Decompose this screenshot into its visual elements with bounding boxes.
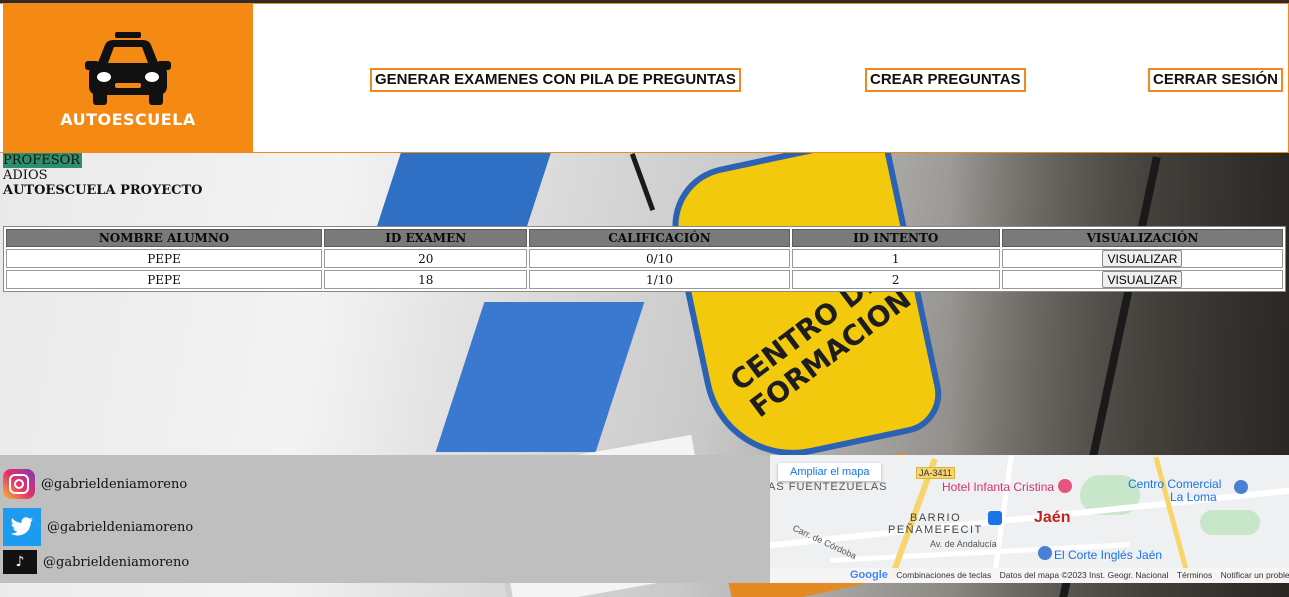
tiktok-icon: ♪ <box>3 550 37 574</box>
map-label-cc: Centro Comercial <box>1128 477 1222 491</box>
cell-intento: 1 <box>791 249 1000 268</box>
map-label-corte: El Corte Inglés Jaén <box>1054 548 1163 562</box>
google-logo: Google <box>850 569 888 581</box>
map-attribution: Google Combinaciones de teclas Datos del… <box>770 568 1289 583</box>
map-label-penamefecit: PEÑAMEFECIT <box>888 524 983 536</box>
footer: @gabrieldeniamoreno @gabrieldeniamoreno … <box>0 455 770 583</box>
map-report-link[interactable]: Notificar un problema de Maps <box>1221 570 1289 580</box>
bus-stop-icon <box>988 511 1002 525</box>
logo-text: AUTOESCUELA <box>60 110 196 129</box>
store-pin-icon <box>1038 546 1052 560</box>
embedded-map[interactable]: Ampliar el mapa JA-3411 AS FUENTEZUELAS … <box>770 455 1289 583</box>
map-label-avenida: Av. de Andalucía <box>930 539 997 549</box>
map-label: AS FUENTEZUELAS <box>770 481 888 493</box>
map-label-hotel: Hotel Infanta Cristina <box>942 480 1055 494</box>
generar-examenes-button[interactable]: GENERAR EXAMENES CON PILA DE PREGUNTAS <box>370 68 741 92</box>
ampliar-mapa-link[interactable]: Ampliar el mapa <box>778 463 882 481</box>
cell-examen: 18 <box>324 270 528 289</box>
cell-alumno: PEPE <box>6 249 323 268</box>
map-terms-link[interactable]: Términos <box>1177 570 1212 580</box>
twitter-handle: @gabrieldeniamoreno <box>47 519 194 535</box>
map-label-jaen: Jaén <box>1034 509 1071 526</box>
instagram-link[interactable]: @gabrieldeniamoreno <box>3 469 187 499</box>
map-data-text: Datos del mapa ©2023 Inst. Geogr. Nacion… <box>999 570 1169 580</box>
cell-visualizacion: VISUALIZAR <box>1001 270 1283 289</box>
user-name: ADIOS <box>3 168 48 183</box>
cerrar-sesion-button[interactable]: CERRAR SESIÓN <box>1148 68 1284 92</box>
road-badge: JA-3411 <box>916 467 955 479</box>
results-table: NOMBRE ALUMNO ID EXAMEN CALIFICACIÓN ID … <box>3 226 1286 292</box>
column-header: CALIFICACIÓN <box>529 229 790 247</box>
tiktok-handle: @gabrieldeniamoreno <box>43 554 190 570</box>
cell-examen: 20 <box>324 249 528 268</box>
column-header: NOMBRE ALUMNO <box>6 229 323 247</box>
instagram-handle: @gabrieldeniamoreno <box>41 476 188 492</box>
map-label-laloma: La Loma <box>1170 490 1217 504</box>
school-name: AUTOESCUELA PROYECTO <box>3 183 203 198</box>
cell-calificacion: 1/10 <box>529 270 790 289</box>
shopping-pin-icon <box>1234 480 1248 494</box>
column-header: ID INTENTO <box>791 229 1000 247</box>
map-label-barrio: BARRIO <box>910 512 962 524</box>
table-row: PEPE 20 0/10 1 VISUALIZAR <box>6 249 1283 268</box>
user-role: PROFESOR <box>3 153 83 168</box>
hotel-pin-icon <box>1058 479 1072 493</box>
car-icon <box>85 32 171 105</box>
visualizar-button[interactable]: VISUALIZAR <box>1102 250 1183 267</box>
tiktok-link[interactable]: ♪ @gabrieldeniamoreno <box>3 550 189 574</box>
column-header: ID EXAMEN <box>324 229 528 247</box>
twitter-icon <box>3 508 41 546</box>
cell-alumno: PEPE <box>6 270 323 289</box>
cell-calificacion: 0/10 <box>529 249 790 268</box>
instagram-icon <box>3 469 35 499</box>
cell-intento: 2 <box>791 270 1000 289</box>
table-row: PEPE 18 1/10 2 VISUALIZAR <box>6 270 1283 289</box>
table-header-row: NOMBRE ALUMNO ID EXAMEN CALIFICACIÓN ID … <box>6 229 1283 247</box>
column-header: VISUALIZACIÓN <box>1001 229 1283 247</box>
map-shortcuts-link[interactable]: Combinaciones de teclas <box>896 570 991 580</box>
logo[interactable]: AUTOESCUELA <box>3 4 253 153</box>
user-info: PROFESOR ADIOS AUTOESCUELA PROYECTO <box>3 153 203 198</box>
top-header: AUTOESCUELA GENERAR EXAMENES CON PILA DE… <box>0 3 1289 153</box>
twitter-link[interactable]: @gabrieldeniamoreno <box>3 508 193 546</box>
visualizar-button[interactable]: VISUALIZAR <box>1102 271 1183 288</box>
crear-preguntas-button[interactable]: CREAR PREGUNTAS <box>865 68 1026 92</box>
cell-visualizacion: VISUALIZAR <box>1001 249 1283 268</box>
